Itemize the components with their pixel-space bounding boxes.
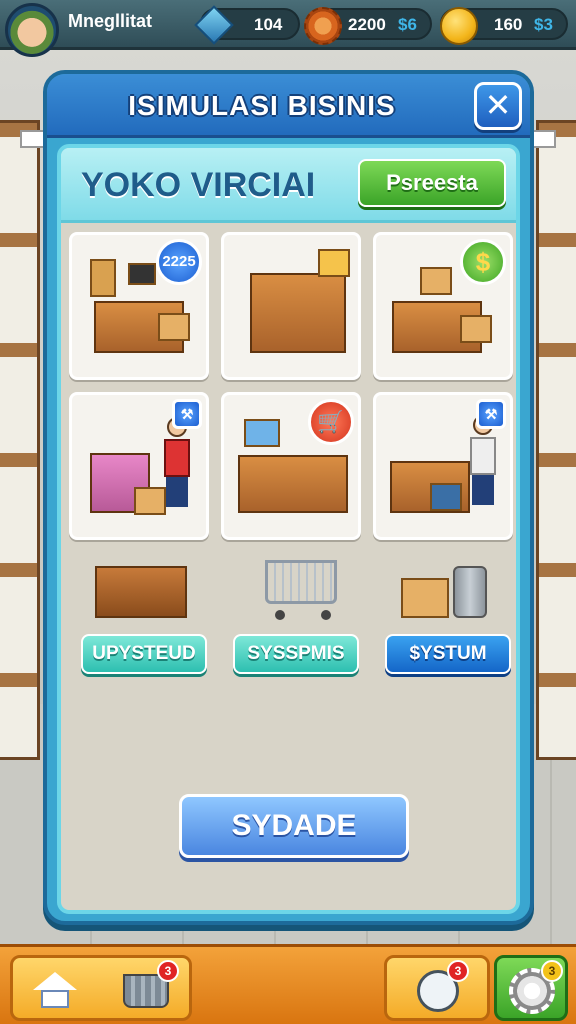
gear-icon [304, 7, 342, 45]
close-button[interactable]: ✕ [474, 82, 522, 130]
nav-group-clock: 3 [384, 955, 490, 1021]
computer-screen [244, 419, 280, 447]
clerk-person [164, 417, 190, 507]
player-name: Mnegllitat [68, 11, 152, 31]
sub-header: YOKO VIRCIAI Psreesta [61, 148, 516, 223]
settings-button[interactable]: 3 [503, 960, 563, 1016]
produce-shelf-illustration [85, 552, 205, 622]
storage-box-illustration [391, 552, 511, 622]
shopping-cart-illustration [241, 552, 361, 622]
timer-notification-badge: 3 [447, 960, 469, 982]
nav-group-settings: 3 [494, 955, 568, 1021]
checkout-desk [238, 455, 348, 513]
coin-icon [440, 7, 478, 45]
bottom-nav-bar: 3 3 3 [0, 944, 576, 1024]
cart-badge: 🛒 [308, 399, 354, 445]
business-sim-panel: ISIMULASI BISINIS ✕ YOKO VIRCIAI Psreest… [43, 70, 534, 925]
preset-button[interactable]: Psreesta [358, 159, 506, 207]
tools-badge: ⚒ [172, 399, 202, 429]
shelf [90, 259, 116, 297]
systems-button[interactable]: SYSSPMIS [233, 634, 359, 674]
tile-office-desk[interactable]: 2225 [69, 232, 209, 380]
box [158, 313, 190, 341]
inventory-notification-badge: 3 [157, 960, 179, 982]
shelf-right [536, 120, 576, 760]
panel-title: ISIMULASI BISINIS [128, 90, 396, 121]
panel-content: YOKO VIRCIAI Psreesta 2225 $ ⚒ 🛒 ⚒ UPYST… [57, 144, 520, 914]
box [134, 487, 166, 515]
coins-count: 160 [494, 15, 523, 34]
shelf-display-scene [238, 249, 350, 363]
resource-coins[interactable]: 160 $3 [440, 7, 568, 45]
top-hud: Mnegllitat 104 2200 $6 160 $3 [0, 0, 576, 57]
tile-checkout-counter[interactable]: 🛒 [221, 392, 361, 540]
gears-count: 2200 [348, 15, 386, 34]
upgrade-button[interactable]: UPYSTEUD [81, 634, 207, 674]
cloth [318, 249, 350, 277]
tile-cashier-station[interactable]: ⚒ [373, 392, 513, 540]
resource-gems[interactable]: 104 [194, 5, 300, 45]
store-name: YOKO VIRCIAI [81, 166, 316, 204]
coins-sub: $3 [534, 15, 553, 34]
shelf-left [0, 120, 40, 760]
tile-shelf-display[interactable] [221, 232, 361, 380]
panel-header: ISIMULASI BISINIS ✕ [47, 74, 530, 138]
nav-group-left: 3 [10, 955, 192, 1021]
box [420, 267, 452, 295]
home-icon [33, 972, 77, 1008]
player-avatar[interactable] [5, 3, 59, 57]
inventory-button[interactable]: 3 [117, 960, 179, 1016]
system-button[interactable]: $YSTUM [385, 634, 511, 674]
tile-clerk-station[interactable]: ⚒ [69, 392, 209, 540]
home-button[interactable] [27, 964, 83, 1016]
register [128, 263, 156, 285]
timer-button[interactable]: 3 [407, 960, 469, 1016]
gem-icon [194, 5, 234, 45]
level-badge: 2225 [156, 239, 202, 285]
gems-count: 104 [254, 15, 283, 34]
resource-gears[interactable]: 2200 $6 [304, 7, 432, 45]
box [460, 315, 492, 343]
tools-badge: ⚒ [476, 399, 506, 429]
bin [430, 483, 462, 511]
update-button[interactable]: SYDADE [179, 794, 409, 858]
settings-notification-badge: 3 [541, 960, 563, 982]
dollar-badge: $ [460, 239, 506, 285]
display-shelf [250, 273, 346, 353]
tile-storage-counter[interactable]: $ [373, 232, 513, 380]
gears-sub: $6 [398, 15, 417, 34]
